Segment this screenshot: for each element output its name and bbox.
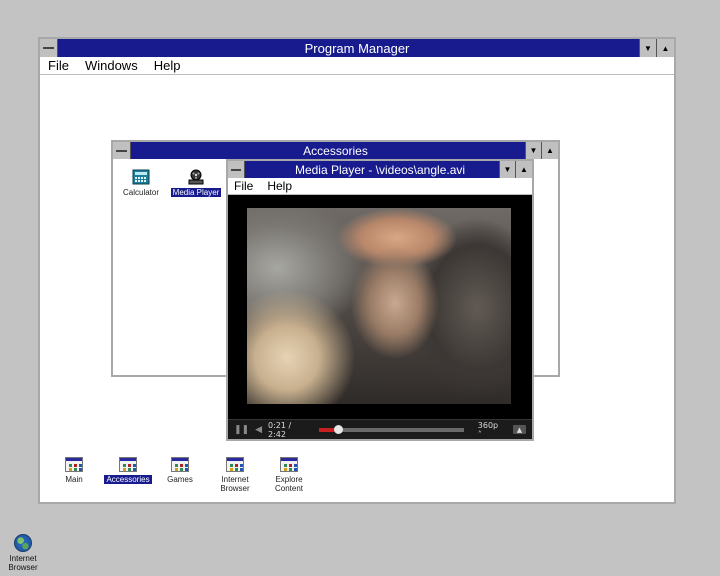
maximize-button[interactable]: ▲ — [656, 39, 674, 57]
program-group-icon — [119, 457, 137, 472]
calculator-icon — [132, 169, 150, 185]
system-menu-button[interactable] — [113, 142, 131, 159]
desktop-icon-label: Internet Browser — [8, 554, 38, 572]
program-group-icon — [171, 457, 189, 472]
group-label-explore-content: Explore Content — [274, 475, 304, 493]
quality-label: 360p — [477, 420, 499, 430]
minimize-button[interactable]: ▼ — [639, 39, 656, 57]
program-manager-titlebar[interactable]: Program Manager ▼ ▲ — [40, 39, 674, 57]
group-explore-content[interactable]: Explore Content — [268, 457, 310, 493]
menu-help[interactable]: Help — [154, 58, 181, 73]
desktop-icon-internet-browser[interactable]: Internet Browser — [3, 534, 43, 572]
media-player-window: Media Player - \videos\angle.avi ▼ ▲ Fil… — [226, 159, 534, 441]
minimize-button[interactable]: ▼ — [499, 161, 515, 178]
seek-bar[interactable] — [318, 424, 464, 434]
group-main[interactable]: Main — [58, 457, 90, 484]
group-accessories[interactable]: Accessories — [100, 457, 156, 484]
globe-icon — [14, 534, 32, 552]
seek-handle[interactable] — [333, 424, 343, 434]
maximize-arrow-icon: ▲ — [520, 165, 528, 174]
program-group-icon — [280, 457, 298, 472]
window-title: Media Player - \videos\angle.avi — [294, 162, 466, 177]
system-menu-button[interactable] — [40, 39, 58, 57]
maximize-arrow-icon: ▲ — [546, 146, 554, 155]
accessories-titlebar[interactable]: Accessories ▼ ▲ — [113, 142, 558, 159]
quality-selector[interactable]: 360p ˄ — [478, 421, 503, 439]
minimize-arrow-icon: ▼ — [529, 146, 538, 155]
media-player-label: Media Player — [170, 188, 222, 197]
video-frame — [247, 208, 511, 404]
fullscreen-icon: ▲ — [516, 425, 523, 434]
video-viewport[interactable]: ❚❚ ◀ 0:21 / 2:42 360p ˄ ▲ — [228, 195, 532, 439]
menu-file[interactable]: File — [234, 179, 253, 193]
window-title: Program Manager — [304, 40, 410, 56]
calculator-label: Calculator — [122, 188, 159, 197]
minimize-arrow-icon: ▼ — [644, 43, 652, 53]
maximize-button[interactable]: ▲ — [541, 142, 558, 159]
program-group-icon — [65, 457, 83, 472]
minimize-arrow-icon: ▼ — [503, 165, 512, 174]
media-player-titlebar[interactable]: Media Player - \videos\angle.avi ▼ ▲ — [228, 161, 532, 178]
menu-file[interactable]: File — [48, 58, 69, 73]
chevron-up-icon: ˄ — [477, 429, 482, 439]
group-label-internet-browser: Internet Browser — [220, 475, 250, 493]
maximize-arrow-icon: ▲ — [661, 43, 670, 53]
program-group-icon — [226, 457, 244, 472]
minimize-button[interactable]: ▼ — [525, 142, 541, 159]
media-player-menubar: File Help — [228, 178, 532, 195]
group-label-main: Main — [65, 475, 83, 484]
menu-windows[interactable]: Windows — [85, 58, 138, 73]
program-manager-menubar: File Windows Help — [40, 57, 674, 75]
fullscreen-button[interactable]: ▲ — [512, 425, 527, 434]
pause-icon[interactable]: ❚❚ — [234, 425, 249, 435]
playback-controls: ❚❚ ◀ 0:21 / 2:42 360p ˄ ▲ — [228, 419, 532, 439]
menu-help[interactable]: Help — [267, 179, 292, 193]
group-label-games: Games — [167, 475, 193, 484]
calculator-item[interactable]: Calculator — [121, 169, 161, 197]
volume-icon[interactable]: ◀ — [255, 425, 262, 435]
group-internet-browser[interactable]: Internet Browser — [214, 457, 256, 493]
group-label-accessories: Accessories — [104, 475, 152, 484]
maximize-button[interactable]: ▲ — [515, 161, 532, 178]
group-games[interactable]: Games — [164, 457, 196, 484]
window-title: Accessories — [303, 143, 368, 158]
media-player-item[interactable]: Media Player — [169, 169, 223, 197]
system-menu-button[interactable] — [228, 161, 245, 178]
film-reel-icon — [187, 169, 205, 185]
time-display: 0:21 / 2:42 — [268, 420, 292, 439]
